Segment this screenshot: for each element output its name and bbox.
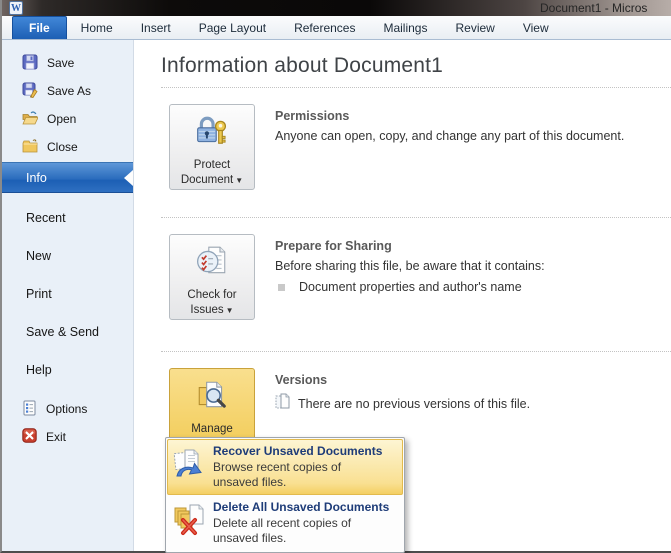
menu-item-recover-unsaved-documents[interactable]: Recover Unsaved Documents Browse recent …: [167, 439, 403, 495]
versions-magnifier-icon: [195, 378, 229, 417]
menu-item-text: Delete All Unsaved Documents Delete all …: [213, 500, 389, 546]
sidebar-item-recent[interactable]: Recent: [2, 199, 133, 237]
section-text: Permissions Anyone can open, copy, and c…: [275, 104, 624, 208]
delete-documents-icon: [173, 500, 213, 546]
sidebar-item-save-and-send[interactable]: Save & Send: [2, 313, 133, 351]
sidebar-item-save-as[interactable]: Save As: [2, 77, 133, 105]
tab-home[interactable]: Home: [67, 16, 127, 39]
check-for-issues-button[interactable]: Check for Issues▼: [169, 234, 255, 320]
tab-file[interactable]: File: [12, 16, 67, 39]
window-title: Document1 - Micros: [540, 1, 647, 15]
versions-note-text: There are no previous versions of this f…: [298, 397, 530, 411]
divider: [161, 217, 671, 218]
section-title: Versions: [275, 373, 530, 387]
tab-references[interactable]: References: [280, 16, 369, 39]
backstage-sidebar: Save Save As Open Close Info Recent New …: [2, 40, 134, 551]
tab-review[interactable]: Review: [441, 16, 508, 39]
divider: [161, 351, 671, 352]
tab-insert[interactable]: Insert: [127, 16, 185, 39]
sidebar-item-label: Save: [47, 56, 74, 70]
sidebar-item-info[interactable]: Info: [2, 162, 133, 193]
menu-item-description: Delete all recent copies of unsaved file…: [213, 516, 373, 546]
issue-text: Document properties and author's name: [299, 280, 522, 294]
sidebar-item-options[interactable]: Options: [2, 395, 133, 423]
menu-item-text: Recover Unsaved Documents Browse recent …: [213, 444, 382, 490]
save-as-icon: [22, 82, 38, 101]
sidebar-item-label: Open: [47, 112, 76, 126]
open-folder-icon: [22, 110, 38, 129]
options-icon: [22, 400, 37, 419]
menu-item-title: Delete All Unsaved Documents: [213, 500, 389, 514]
sidebar-item-label: New: [26, 249, 51, 263]
dropdown-arrow-icon: ▼: [235, 176, 243, 185]
recover-document-icon: [173, 444, 213, 490]
button-label: Check for Issues▼: [177, 288, 247, 318]
sidebar-item-help[interactable]: Help: [2, 351, 133, 389]
menu-item-delete-all-unsaved-documents[interactable]: Delete All Unsaved Documents Delete all …: [167, 495, 403, 551]
save-icon: [22, 54, 38, 73]
lock-key-icon: [195, 114, 229, 153]
sidebar-item-save[interactable]: Save: [2, 49, 133, 77]
sidebar-item-print[interactable]: Print: [2, 275, 133, 313]
selected-arrow-icon: [124, 170, 133, 186]
versions-note: There are no previous versions of this f…: [275, 393, 530, 415]
button-label: Protect Document▼: [177, 158, 247, 188]
page-title: Information about Document1: [161, 54, 671, 78]
manage-versions-menu: Recover Unsaved Documents Browse recent …: [165, 437, 405, 553]
sidebar-item-label: Print: [26, 287, 52, 301]
word-app-icon: W: [9, 1, 23, 15]
issue-item: Document properties and author's name: [278, 280, 545, 294]
divider: [161, 87, 671, 88]
sidebar-item-label: Help: [26, 363, 52, 377]
sidebar-item-new[interactable]: New: [2, 237, 133, 275]
tab-mailings[interactable]: Mailings: [369, 16, 441, 39]
inspect-document-icon: [195, 244, 229, 283]
sidebar-item-label: Info: [26, 171, 47, 185]
sidebar-item-label: Recent: [26, 211, 66, 225]
section-description: Before sharing this file, be aware that …: [275, 259, 545, 273]
sidebar-item-label: Save As: [47, 84, 91, 98]
dropdown-arrow-icon: ▼: [226, 306, 234, 315]
sidebar-item-label: Close: [47, 140, 78, 154]
menu-item-description: Browse recent copies of unsaved files.: [213, 460, 373, 490]
title-bar: W Document1 - Micros: [2, 0, 671, 16]
sidebar-item-open[interactable]: Open: [2, 105, 133, 133]
section-prepare-for-sharing: Check for Issues▼ Prepare for Sharing Be…: [161, 234, 671, 342]
close-folder-icon: [22, 138, 38, 157]
sidebar-item-label: Save & Send: [26, 325, 99, 339]
exit-icon: [22, 428, 37, 446]
section-title: Permissions: [275, 109, 624, 123]
ribbon-tab-bar: File Home Insert Page Layout References …: [2, 16, 671, 40]
sidebar-item-close[interactable]: Close: [2, 133, 133, 161]
sidebar-item-label: Exit: [46, 430, 66, 444]
square-bullet-icon: [278, 284, 285, 291]
menu-item-title: Recover Unsaved Documents: [213, 444, 382, 458]
protect-document-button[interactable]: Protect Document▼: [169, 104, 255, 190]
section-text: Prepare for Sharing Before sharing this …: [275, 234, 545, 342]
tab-page-layout[interactable]: Page Layout: [185, 16, 280, 39]
tab-view[interactable]: View: [509, 16, 563, 39]
sidebar-item-exit[interactable]: Exit: [2, 423, 133, 451]
section-title: Prepare for Sharing: [275, 239, 545, 253]
section-permissions: Protect Document▼ Permissions Anyone can…: [161, 104, 671, 208]
section-description: Anyone can open, copy, and change any pa…: [275, 129, 624, 143]
no-versions-icon: [275, 393, 290, 415]
sidebar-item-label: Options: [46, 402, 87, 416]
